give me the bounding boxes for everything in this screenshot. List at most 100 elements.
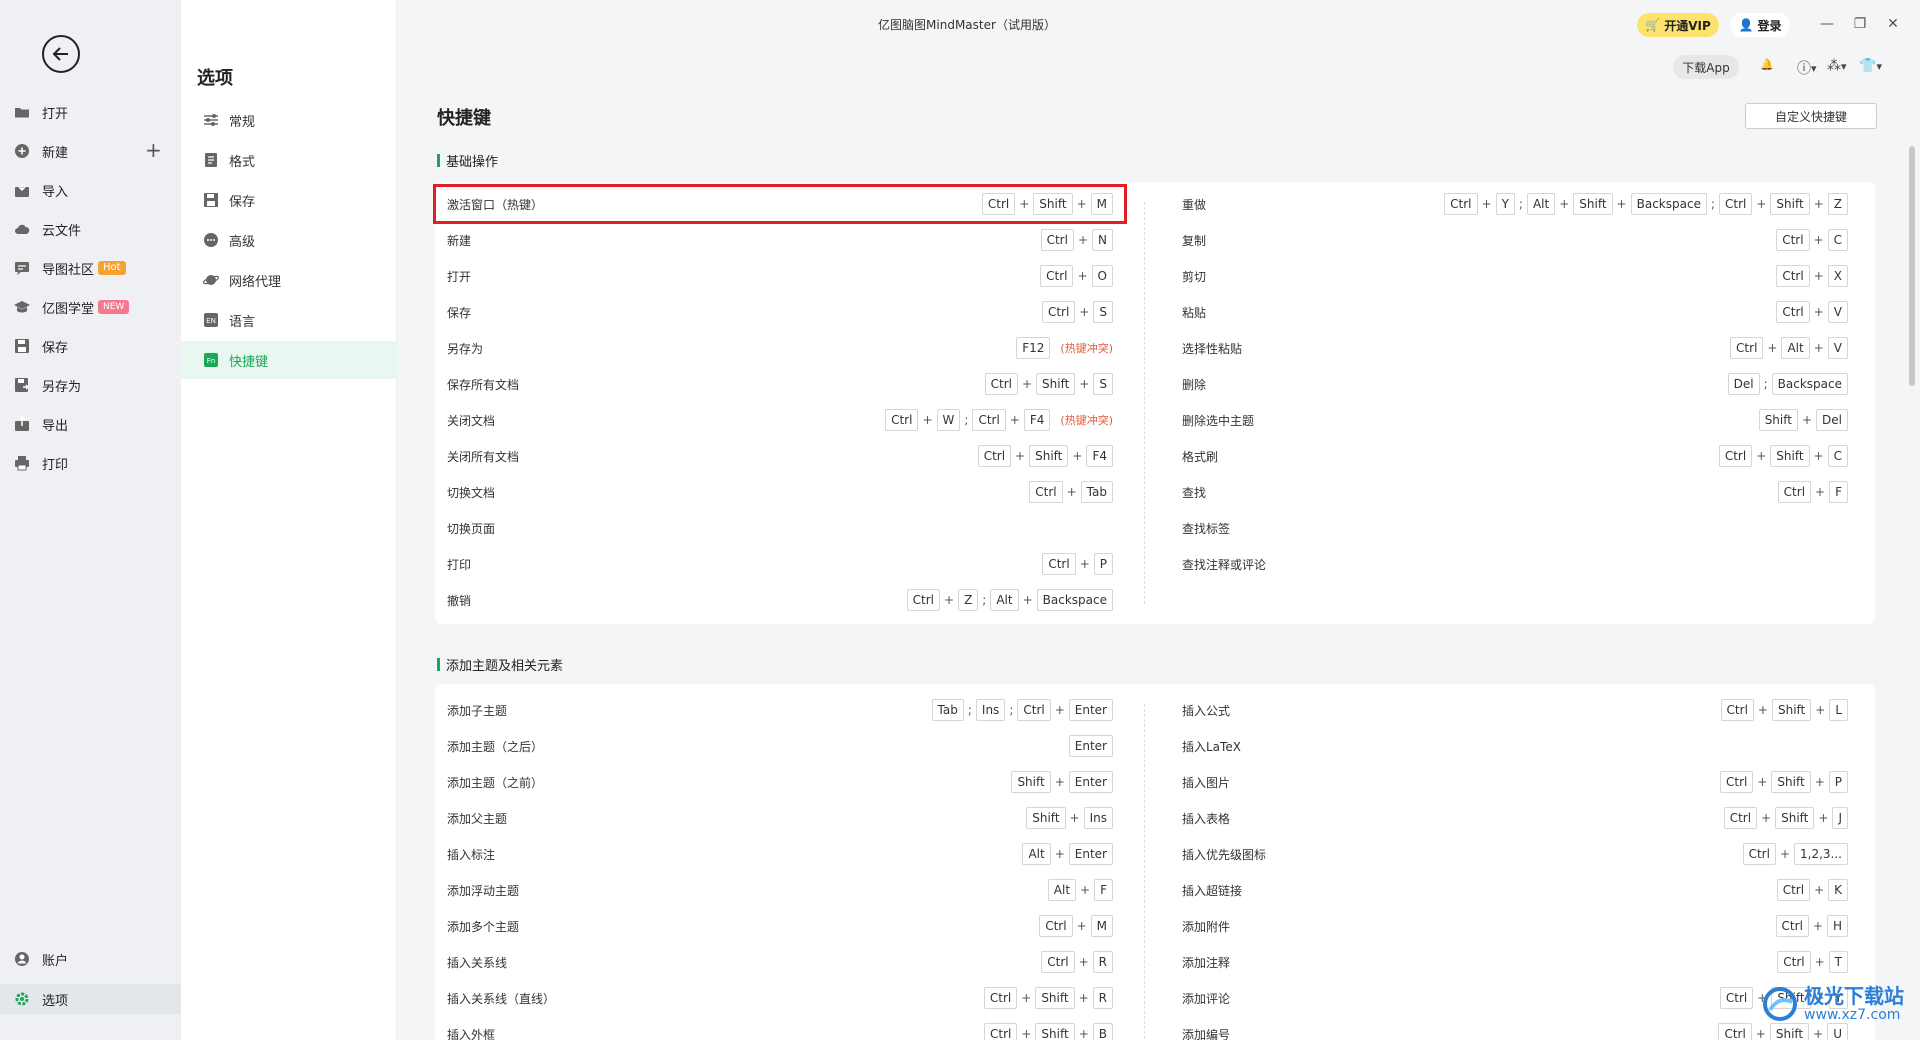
shortcut-keys[interactable]: Ctrl + F <box>1777 481 1848 503</box>
shortcut-keys[interactable]: Ctrl + Y; Alt + Shift + Backspace; Ctrl + Shift + Z <box>1444 193 1848 215</box>
shortcut-keys[interactable]: Ctrl + T <box>1777 951 1848 973</box>
shortcut-keys[interactable]: Ctrl + Shift + B <box>984 1023 1113 1040</box>
shortcut-row[interactable]: 另存为 F12 (热键冲突) <box>435 330 1125 366</box>
shortcut-row[interactable]: 查找注释或评论 <box>1170 546 1860 582</box>
help-button[interactable]: ⓘ ▾ <box>1797 58 1817 78</box>
shortcut-row[interactable]: 切换页面 <box>435 510 1125 546</box>
shortcut-row[interactable]: 删除选中主题 Shift + Del <box>1170 402 1860 438</box>
shortcut-keys[interactable]: Ctrl + Z; Alt + Backspace <box>906 589 1113 611</box>
shortcut-row[interactable]: 插入外框 Ctrl + Shift + B <box>435 1016 1125 1040</box>
shortcut-keys[interactable]: Ctrl + Alt + V <box>1730 337 1848 359</box>
shortcut-keys[interactable]: Ctrl + Shift + M <box>981 193 1113 215</box>
shortcut-row[interactable]: 插入LaTeX <box>1170 728 1860 764</box>
shortcut-keys[interactable]: Shift + Ins <box>1026 807 1113 829</box>
shortcut-keys[interactable]: Alt + F <box>1047 879 1113 901</box>
shortcut-row[interactable]: 选择性粘贴 Ctrl + Alt + V <box>1170 330 1860 366</box>
shortcut-row[interactable]: 新建 Ctrl + N <box>435 222 1125 258</box>
shortcut-keys[interactable]: Ctrl + C <box>1776 229 1848 251</box>
open-vip-button[interactable]: 🛒 开通VIP <box>1637 13 1719 37</box>
shortcut-row[interactable]: 添加父主题 Shift + Ins <box>435 800 1125 836</box>
minimize-button[interactable]: — <box>1817 14 1837 34</box>
shortcut-row[interactable]: 添加浮动主题 Alt + F <box>435 872 1125 908</box>
shortcut-row[interactable]: 粘贴 Ctrl + V <box>1170 294 1860 330</box>
shortcut-keys[interactable]: Ctrl + R <box>1041 951 1113 973</box>
shortcut-keys[interactable]: Ctrl + H <box>1775 915 1848 937</box>
shortcut-row[interactable]: 添加子主题 Tab; Ins; Ctrl + Enter <box>435 692 1125 728</box>
shortcut-row[interactable]: 关闭所有文档 Ctrl + Shift + F4 <box>435 438 1125 474</box>
shortcut-keys[interactable]: Ctrl + Tab <box>1029 481 1113 503</box>
shortcut-row[interactable]: 插入图片 Ctrl + Shift + P <box>1170 764 1860 800</box>
add-icon[interactable]: + <box>145 138 162 162</box>
shortcut-keys[interactable]: Ctrl + O <box>1040 265 1113 287</box>
shortcut-keys[interactable]: Shift + Enter <box>1011 771 1113 793</box>
vertical-scrollbar[interactable] <box>1909 146 1915 386</box>
shortcut-keys[interactable]: Ctrl + Shift + U <box>1718 1023 1848 1040</box>
apps-button[interactable]: ⁂ ▾ <box>1827 58 1847 74</box>
shortcut-row[interactable]: 关闭文档 Ctrl + W; Ctrl + F4 (热键冲突) <box>435 402 1125 438</box>
shortcut-row[interactable]: 插入标注 Alt + Enter <box>435 836 1125 872</box>
shortcut-keys[interactable]: Enter <box>1068 735 1113 757</box>
options-item-4[interactable]: 网络代理 <box>181 261 397 299</box>
shortcut-keys[interactable]: Ctrl + M <box>1039 915 1113 937</box>
back-button[interactable] <box>42 35 80 73</box>
sidebar-item-2[interactable]: 导入 <box>14 177 174 203</box>
options-item-2[interactable]: 保存 <box>181 181 397 219</box>
shortcut-row[interactable]: 添加注释 Ctrl + T <box>1170 944 1860 980</box>
shortcut-keys[interactable]: Ctrl +1,2,3... <box>1742 843 1848 865</box>
shortcut-keys[interactable]: Shift + Del <box>1758 409 1848 431</box>
shortcut-row[interactable]: 添加主题（之后） Enter <box>435 728 1125 764</box>
options-item-6[interactable]: Fn 快捷键 <box>181 341 397 379</box>
shortcut-row[interactable]: 切换文档 Ctrl + Tab <box>435 474 1125 510</box>
shortcut-row[interactable]: 查找 Ctrl + F <box>1170 474 1860 510</box>
sidebar-item-6[interactable]: 保存 <box>14 333 174 359</box>
sidebar-item-5[interactable]: 亿图学堂 NEW <box>14 294 174 320</box>
shortcut-row[interactable]: 复制 Ctrl + C <box>1170 222 1860 258</box>
shortcut-keys[interactable]: Ctrl + Shift + L <box>1720 699 1848 721</box>
shortcut-row[interactable]: 插入优先级图标 Ctrl +1,2,3... <box>1170 836 1860 872</box>
download-app-button[interactable]: 下载App <box>1673 55 1739 79</box>
shortcut-keys[interactable]: F12 <box>1016 337 1051 359</box>
shortcut-keys[interactable]: Ctrl + X <box>1776 265 1848 287</box>
sidebar-item-3[interactable]: 云文件 <box>14 216 174 242</box>
close-button[interactable]: ✕ <box>1883 14 1903 34</box>
shortcut-row[interactable]: 重做 Ctrl + Y; Alt + Shift + Backspace; Ctrl + Shift +… <box>1170 186 1860 222</box>
shortcut-keys[interactable]: Ctrl + Shift + R <box>983 987 1113 1009</box>
sidebar-item-account[interactable]: 账户 <box>14 946 174 972</box>
shortcut-row[interactable]: 插入关系线 Ctrl + R <box>435 944 1125 980</box>
shortcut-row[interactable]: 添加评论 Ctrl + Shift + Y <box>1170 980 1860 1016</box>
notification-button[interactable]: 🔔 <box>1760 58 1774 71</box>
sidebar-item-4[interactable]: 导图社区 Hot <box>14 255 174 281</box>
shortcut-keys[interactable]: Ctrl + Shift + F4 <box>977 445 1113 467</box>
shortcut-keys[interactable]: Ctrl + P <box>1042 553 1113 575</box>
shortcut-keys[interactable]: Ctrl + Shift + P <box>1719 771 1848 793</box>
shortcut-row[interactable]: 插入公式 Ctrl + Shift + L <box>1170 692 1860 728</box>
shortcut-row[interactable]: 剪切 Ctrl + X <box>1170 258 1860 294</box>
shortcut-row[interactable]: 格式刷 Ctrl + Shift + C <box>1170 438 1860 474</box>
shortcut-row[interactable]: 添加编号 Ctrl + Shift + U <box>1170 1016 1860 1040</box>
shortcut-keys[interactable]: Ctrl + Shift + J <box>1723 807 1848 829</box>
shortcut-row[interactable]: 插入表格 Ctrl + Shift + J <box>1170 800 1860 836</box>
shortcut-keys[interactable]: Ctrl + K <box>1776 879 1848 901</box>
shortcut-row[interactable]: 删除 Del; Backspace <box>1170 366 1860 402</box>
shortcut-keys[interactable]: Alt + Enter <box>1022 843 1113 865</box>
shortcut-keys[interactable]: Tab; Ins; Ctrl + Enter <box>931 699 1113 721</box>
shortcut-row[interactable]: 插入超链接 Ctrl + K <box>1170 872 1860 908</box>
options-item-1[interactable]: 格式 <box>181 141 397 179</box>
shortcut-row[interactable]: 添加主题（之前） Shift + Enter <box>435 764 1125 800</box>
shortcut-row[interactable]: 打印 Ctrl + P <box>435 546 1125 582</box>
shortcut-keys[interactable]: Ctrl + Shift + C <box>1718 445 1848 467</box>
shortcut-row[interactable]: 插入关系线（直线） Ctrl + Shift + R <box>435 980 1125 1016</box>
maximize-button[interactable]: ❐ <box>1850 14 1870 34</box>
options-item-5[interactable]: EN 语言 <box>181 301 397 339</box>
sidebar-item-8[interactable]: 导出 <box>14 411 174 437</box>
shortcut-row[interactable]: 保存 Ctrl + S <box>435 294 1125 330</box>
options-item-3[interactable]: 高级 <box>181 221 397 259</box>
shortcut-row[interactable]: 撤销 Ctrl + Z; Alt + Backspace <box>435 582 1125 618</box>
sidebar-item-options[interactable]: 选项 <box>0 984 181 1014</box>
shortcut-row[interactable]: 激活窗口（热键） Ctrl + Shift + M <box>433 184 1127 224</box>
login-button[interactable]: 👤 登录 <box>1730 13 1790 37</box>
shortcut-row[interactable]: 保存所有文档 Ctrl + Shift + S <box>435 366 1125 402</box>
options-item-0[interactable]: 常规 <box>181 101 397 139</box>
shortcut-keys[interactable]: Ctrl + Shift + S <box>984 373 1113 395</box>
shortcut-row[interactable]: 查找标签 <box>1170 510 1860 546</box>
